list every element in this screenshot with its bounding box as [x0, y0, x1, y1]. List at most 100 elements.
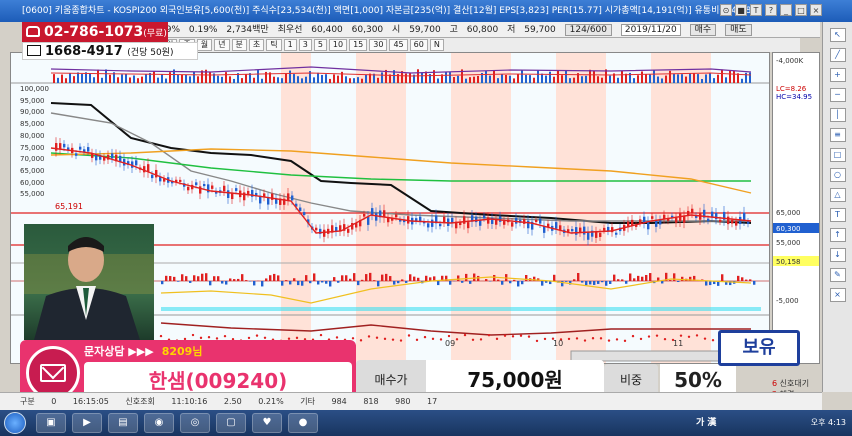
indicator-bar [501, 281, 504, 285]
minimize-icon[interactable]: _ [780, 4, 792, 16]
app-icon-chrome[interactable]: ◎ [180, 413, 210, 433]
volume-bar [549, 71, 551, 83]
table-cell: 기타 [300, 397, 315, 406]
app-icon-browser[interactable]: ◉ [144, 413, 174, 433]
candle-body [347, 228, 350, 233]
tf-button[interactable]: N [429, 39, 444, 51]
tf-button[interactable]: 10 [328, 39, 348, 51]
tf-button[interactable]: 1 [283, 39, 297, 51]
help-icon[interactable]: ? [765, 4, 777, 16]
month-label: 11 [673, 339, 683, 348]
indicator-bar [625, 281, 628, 284]
arrow-up-icon[interactable]: ↑ [829, 228, 846, 242]
indicator-bar [337, 281, 340, 283]
indicator-bar [457, 275, 460, 281]
circle-tool-icon[interactable]: ○ [829, 168, 846, 182]
indicator-dot [263, 336, 267, 340]
indicator-bar [389, 276, 392, 281]
candle-body [535, 219, 538, 223]
indicator-bar [669, 280, 672, 281]
square-icon[interactable]: ■ [735, 4, 747, 16]
text-tool-icon[interactable]: T [829, 208, 846, 222]
app-icon-media[interactable]: ▶ [72, 413, 102, 433]
indicator-dot [399, 339, 403, 342]
volume-bar [689, 73, 691, 83]
volume-bar [513, 78, 515, 83]
volume-bar [741, 78, 743, 83]
table-cell[interactable]: 신호조회 [125, 397, 154, 406]
sell-button[interactable]: 매도 [725, 24, 752, 36]
volume-bar [273, 76, 275, 83]
table-cell: 0.21% [258, 397, 284, 406]
tf-button[interactable]: 60 [409, 39, 428, 51]
indicator-bar [497, 279, 500, 281]
signal-label[interactable]: 신호대기 [780, 379, 809, 388]
cross-tool-icon[interactable]: + [829, 68, 846, 82]
horizontal-line-icon[interactable]: ─ [829, 88, 846, 102]
volume-bar [645, 74, 647, 83]
text-icon[interactable]: T [750, 4, 762, 16]
maximize-icon[interactable]: □ [795, 4, 807, 16]
volume-bar [105, 69, 107, 83]
order-table-strip: 구분 0 16:15:05 신호조회 11:10:16 2.50 0.21% 기… [0, 392, 822, 410]
tf-button[interactable]: 3 [298, 39, 312, 51]
tf-button[interactable]: 분 [231, 39, 247, 51]
date-field[interactable]: 2019/11/20 [620, 24, 681, 36]
candle-body [267, 197, 270, 205]
candle-body [187, 186, 190, 191]
indicator-dot [511, 335, 515, 338]
app-icon-chat[interactable]: ● [288, 413, 318, 433]
drawing-tool-panel: ↖ ╱ + ─ │ ≡ □ ○ △ T ↑ ↓ ✎ × [822, 22, 852, 392]
volume-bar [693, 73, 695, 83]
indicator-bar [281, 281, 284, 286]
axis-tick: 100,000 [20, 85, 49, 93]
candle-body [111, 153, 114, 159]
tf-button[interactable]: 초 [248, 39, 265, 51]
erase-tool-icon[interactable]: ✎ [829, 268, 846, 282]
app-icon-explorer[interactable]: ▣ [36, 413, 66, 433]
candle-body [211, 185, 214, 189]
delete-tool-icon[interactable]: × [829, 288, 846, 302]
close-icon[interactable]: × [810, 4, 822, 16]
indicator-bar [197, 276, 200, 281]
app-icon-heart[interactable]: ♥ [252, 413, 282, 433]
volume-bar [257, 70, 259, 83]
tf-button[interactable]: 45 [389, 39, 408, 51]
vertical-line-icon[interactable]: │ [829, 108, 846, 122]
candle-body [303, 212, 306, 216]
quote-item: 60,400 [311, 25, 343, 35]
counter-field[interactable]: 124/600 [564, 24, 613, 36]
volume-bar [317, 72, 319, 83]
buy-button[interactable]: 매수 [689, 24, 717, 36]
tf-button[interactable]: 틱 [266, 39, 282, 51]
tf-button[interactable]: 30 [369, 39, 388, 51]
arrow-down-icon[interactable]: ↓ [829, 248, 846, 262]
start-button[interactable] [4, 412, 26, 434]
ime-indicator[interactable]: 가 漢 [696, 416, 756, 430]
candle-body [135, 160, 138, 166]
indicator-bar [325, 281, 328, 284]
axis-tick: 70,000 [20, 155, 45, 164]
circle-icon[interactable]: ⊙ [720, 4, 732, 16]
tf-button[interactable]: 월 [196, 39, 213, 51]
app-icon-window[interactable]: ▢ [216, 413, 246, 433]
month-label: 09 [445, 339, 455, 348]
tf-button[interactable]: 15 [349, 39, 368, 51]
fibonacci-icon[interactable]: ≡ [829, 128, 846, 142]
indicator-bar [225, 281, 228, 285]
square-tool-icon[interactable]: □ [829, 148, 846, 162]
indicator-bar [425, 275, 428, 281]
triangle-tool-icon[interactable]: △ [829, 188, 846, 202]
indicator-bar [349, 278, 352, 281]
volume-bar [657, 76, 659, 83]
indicator-bar [709, 281, 712, 286]
line-tool-icon[interactable]: ╱ [829, 48, 846, 62]
indicator-dot [351, 337, 355, 340]
tf-button[interactable]: 년 [214, 39, 230, 51]
candle-body [707, 218, 710, 222]
app-icon-folder[interactable]: ▤ [108, 413, 138, 433]
candle-body [87, 147, 90, 152]
volume-bar [357, 77, 359, 83]
tf-button[interactable]: 5 [313, 39, 327, 51]
pointer-tool-icon[interactable]: ↖ [829, 28, 846, 42]
